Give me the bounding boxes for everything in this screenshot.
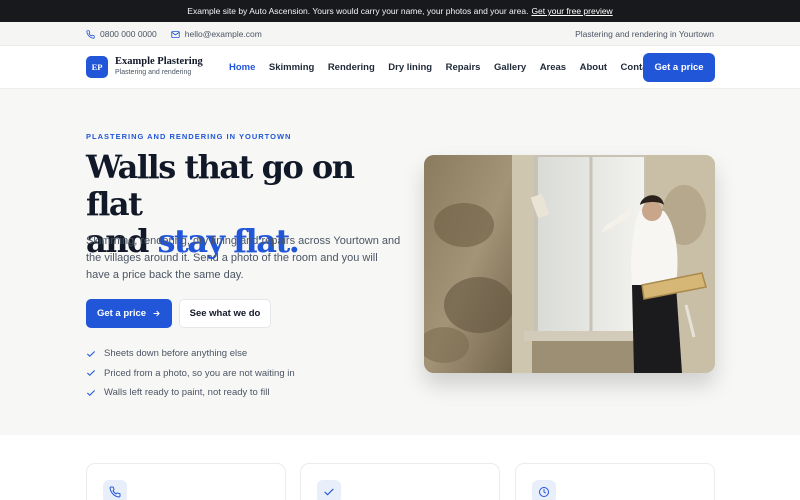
headline-line-1: Walls that go on flat <box>86 148 355 223</box>
service-area: Plastering and rendering in Yourtown <box>575 29 714 39</box>
nav-skimming[interactable]: Skimming <box>269 62 314 73</box>
nav-areas[interactable]: Areas <box>540 62 566 73</box>
phone-number: 0800 000 0000 <box>100 29 157 39</box>
email-address: hello@example.com <box>184 29 262 39</box>
email-link[interactable]: hello@example.com <box>171 29 262 39</box>
hero-get-a-price-label: Get a price <box>96 308 147 319</box>
nav-rendering[interactable]: Rendering <box>328 62 375 73</box>
brand-name: Example Plastering <box>115 56 203 67</box>
contact-bar: 0800 000 0000 hello@example.com Plasteri… <box>0 22 800 46</box>
promo-banner-text: Example site by Auto Ascension. Yours wo… <box>187 6 529 16</box>
plasterer-photo <box>424 155 715 373</box>
main-navigation: EP Example Plastering Plastering and ren… <box>0 46 800 89</box>
nav-gallery[interactable]: Gallery <box>494 62 526 73</box>
check-icon <box>324 488 334 496</box>
free-preview-link[interactable]: Get your free preview <box>531 6 612 16</box>
checklist-item: Sheets down before anything else <box>86 344 295 364</box>
checklist-text: Sheets down before anything else <box>104 348 248 360</box>
get-a-price-button[interactable]: Get a price <box>643 53 715 82</box>
checklist-item: Priced from a photo, so you are not wait… <box>86 364 295 384</box>
mail-icon <box>171 30 180 38</box>
nav-dry-lining[interactable]: Dry lining <box>388 62 432 73</box>
brand-monogram: EP <box>86 56 108 78</box>
hero-description: Skimming, rendering, dry lining and repa… <box>86 235 401 281</box>
nav-repairs[interactable]: Repairs <box>446 62 481 73</box>
hero-photo <box>424 155 715 373</box>
promo-banner: Example site by Auto Ascension. Yours wo… <box>0 0 800 22</box>
checklist-item: Walls left ready to paint, not ready to … <box>86 383 295 403</box>
hero-section: PLASTERING AND RENDERING IN YOURTOWN Wal… <box>0 89 800 435</box>
clock-icon <box>539 487 549 497</box>
hero-get-a-price-button[interactable]: Get a price <box>86 299 172 328</box>
feature-card <box>300 463 500 500</box>
phone-icon <box>86 29 95 39</box>
check-icon <box>87 350 95 357</box>
arrow-right-icon <box>153 310 160 317</box>
feature-cards-section <box>0 435 800 500</box>
checklist-text: Walls left ready to paint, not ready to … <box>104 387 270 399</box>
nav-home[interactable]: Home <box>229 62 255 73</box>
nav-about[interactable]: About <box>580 62 607 73</box>
phone-icon <box>109 486 121 498</box>
feature-card <box>86 463 286 500</box>
phone-link[interactable]: 0800 000 0000 <box>86 29 157 39</box>
checklist-text: Priced from a photo, so you are not wait… <box>104 367 295 379</box>
hero-eyebrow: PLASTERING AND RENDERING IN YOURTOWN <box>86 132 292 141</box>
feature-card <box>515 463 715 500</box>
brand-logo[interactable]: EP Example Plastering Plastering and ren… <box>86 56 203 78</box>
hero-checklist: Sheets down before anything else Priced … <box>86 344 295 403</box>
check-icon <box>87 370 95 377</box>
check-icon <box>87 389 95 396</box>
brand-tagline: Plastering and rendering <box>115 69 192 76</box>
see-what-we-do-button[interactable]: See what we do <box>179 299 271 328</box>
